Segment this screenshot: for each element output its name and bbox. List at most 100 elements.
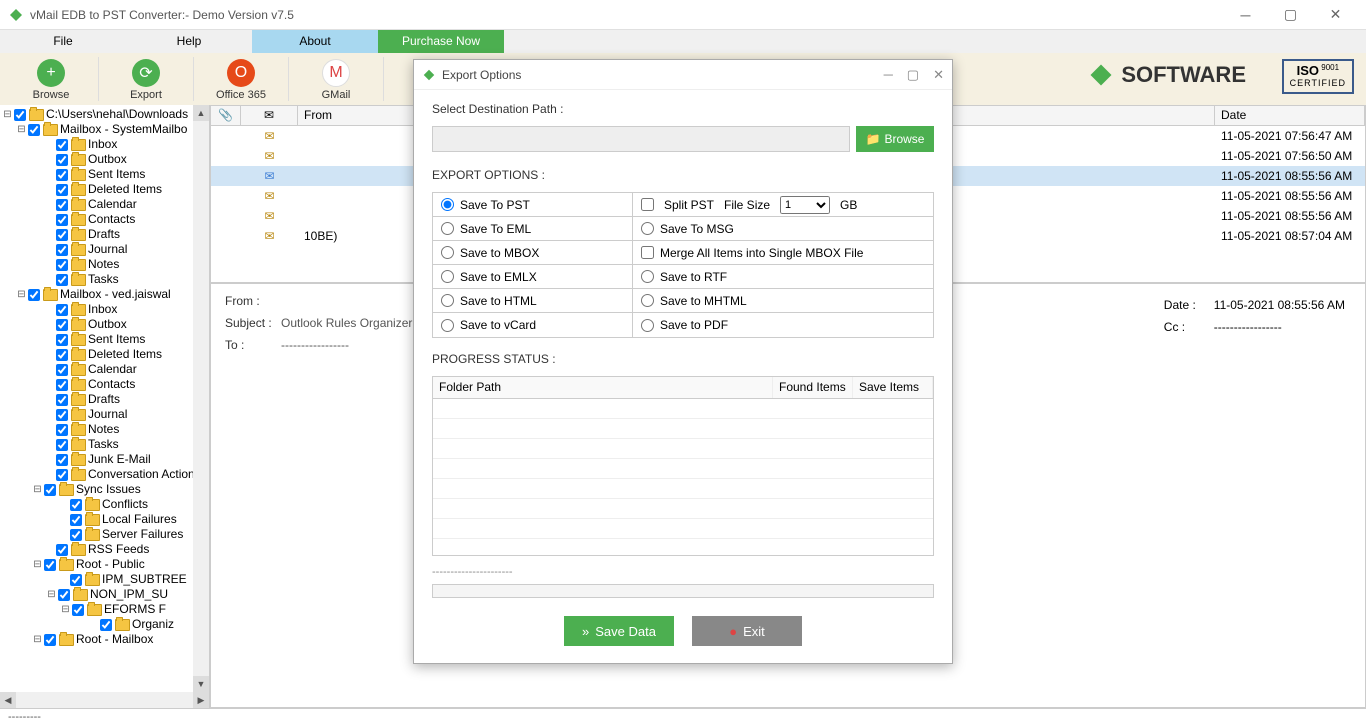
folder-icon (71, 154, 86, 166)
radio-mhtml[interactable] (641, 294, 654, 307)
envelope-icon: ✉ (264, 169, 274, 183)
export-options-grid: Save To PST Split PST File Size 1 GB Sav… (432, 192, 934, 338)
tree-hscrollbar[interactable]: ◀ ▶ (0, 692, 209, 708)
office-icon: O (227, 59, 255, 87)
progress-bar (432, 584, 934, 598)
check-split-pst[interactable] (641, 198, 654, 211)
refresh-icon: ⟳ (132, 59, 160, 87)
tree-item[interactable]: Inbox (2, 302, 207, 317)
tree-item[interactable]: Journal (2, 407, 207, 422)
folder-icon (71, 229, 86, 241)
browse-button[interactable]: 📁 Browse (856, 126, 934, 152)
scroll-right-icon[interactable]: ▶ (193, 692, 209, 708)
tree-item[interactable]: Deleted Items (2, 347, 207, 362)
folder-icon (71, 169, 86, 181)
folder-icon (71, 544, 86, 556)
tree-item[interactable]: Outbox (2, 152, 207, 167)
tree-item[interactable]: Drafts (2, 227, 207, 242)
tree-item[interactable]: Sent Items (2, 332, 207, 347)
exit-button[interactable]: ● Exit (692, 616, 802, 646)
radio-pdf[interactable] (641, 319, 654, 332)
tree-item[interactable]: Drafts (2, 392, 207, 407)
tree-item[interactable]: Deleted Items (2, 182, 207, 197)
tree-vscrollbar[interactable]: ▲ ▼ (193, 105, 209, 692)
radio-vcard[interactable] (441, 319, 454, 332)
menu-file[interactable]: File (0, 30, 126, 53)
sidebar: ⊟C:\Users\nehal\Downloads ⊟Mailbox - Sys… (0, 105, 210, 708)
progress-table: Folder Path Found Items Save Items (432, 376, 934, 556)
dialog-minimize-button[interactable]: ─ (884, 67, 893, 83)
tree-item[interactable]: Server Failures (2, 527, 207, 542)
folder-icon (85, 514, 100, 526)
folder-icon (59, 634, 74, 646)
radio-emlx[interactable] (441, 270, 454, 283)
minimize-button[interactable]: ─ (1223, 1, 1268, 29)
tree-item[interactable]: Sent Items (2, 167, 207, 182)
folder-icon (71, 319, 86, 331)
folder-icon (71, 274, 86, 286)
folder-icon (71, 184, 86, 196)
tree-item[interactable]: Inbox (2, 137, 207, 152)
dialog-titlebar: Export Options ─ ▢ ✕ (414, 60, 952, 90)
tool-gmail[interactable]: M GMail (289, 57, 384, 101)
scroll-down-icon[interactable]: ▼ (193, 676, 209, 692)
tree-item[interactable]: Notes (2, 257, 207, 272)
folder-tree[interactable]: ⊟C:\Users\nehal\Downloads ⊟Mailbox - Sys… (0, 105, 209, 649)
col-date[interactable]: Date (1215, 106, 1365, 125)
tree-item[interactable]: Contacts (2, 212, 207, 227)
radio-msg[interactable] (641, 222, 654, 235)
check-merge-mbox[interactable] (641, 246, 654, 259)
app-title: vMail EDB to PST Converter:- Demo Versio… (30, 8, 1223, 22)
destination-path-input[interactable] (432, 126, 850, 152)
folder-icon (71, 349, 86, 361)
radio-html[interactable] (441, 294, 454, 307)
folder-icon (85, 499, 100, 511)
tool-export[interactable]: ⟳ Export (99, 57, 194, 101)
col-save-items: Save Items (853, 377, 933, 398)
tree-item[interactable]: Local Failures (2, 512, 207, 527)
tree-item[interactable]: Conflicts (2, 497, 207, 512)
col-attach[interactable]: 📎 (211, 106, 241, 125)
tree-check[interactable] (14, 109, 26, 121)
statusbar: --------- (0, 708, 1366, 728)
tree-item[interactable]: Calendar (2, 362, 207, 377)
menu-help[interactable]: Help (126, 30, 252, 53)
tool-browse[interactable]: + Browse (4, 57, 99, 101)
save-data-button[interactable]: » Save Data (564, 616, 674, 646)
folder-icon (71, 334, 86, 346)
tree-item[interactable]: Tasks (2, 437, 207, 452)
radio-mbox[interactable] (441, 246, 454, 259)
filesize-select[interactable]: 1 (780, 196, 830, 214)
tree-item[interactable]: Junk E-Mail (2, 452, 207, 467)
tool-office365[interactable]: O Office 365 (194, 57, 289, 101)
tree-item[interactable]: Notes (2, 422, 207, 437)
folder-icon (71, 409, 86, 421)
tree-item[interactable]: Journal (2, 242, 207, 257)
menu-about[interactable]: About (252, 30, 378, 53)
maximize-button[interactable]: ▢ (1268, 1, 1313, 29)
radio-eml[interactable] (441, 222, 454, 235)
dialog-close-button[interactable]: ✕ (933, 67, 944, 83)
col-type[interactable]: ✉ (241, 106, 298, 125)
scroll-up-icon[interactable]: ▲ (193, 105, 209, 121)
dialog-maximize-button[interactable]: ▢ (907, 67, 919, 83)
folder-icon (71, 469, 86, 481)
radio-pst[interactable] (441, 198, 454, 211)
tree-item[interactable]: Outbox (2, 317, 207, 332)
close-button[interactable]: ✕ (1313, 1, 1358, 29)
folder-icon (71, 304, 86, 316)
tree-item[interactable]: Contacts (2, 377, 207, 392)
chevron-right-icon: » (582, 624, 589, 639)
menu-purchase[interactable]: Purchase Now (378, 30, 504, 53)
envelope-icon: ✉ (264, 149, 274, 163)
scroll-left-icon[interactable]: ◀ (0, 692, 16, 708)
folder-icon (87, 604, 102, 616)
brand: SOFTWARE (1087, 61, 1246, 89)
folder-icon (71, 199, 86, 211)
radio-rtf[interactable] (641, 270, 654, 283)
folder-icon (43, 124, 58, 136)
tree-item[interactable]: Conversation Action (2, 467, 207, 482)
folder-icon (73, 589, 88, 601)
tree-item[interactable]: Calendar (2, 197, 207, 212)
tree-item[interactable]: Tasks (2, 272, 207, 287)
